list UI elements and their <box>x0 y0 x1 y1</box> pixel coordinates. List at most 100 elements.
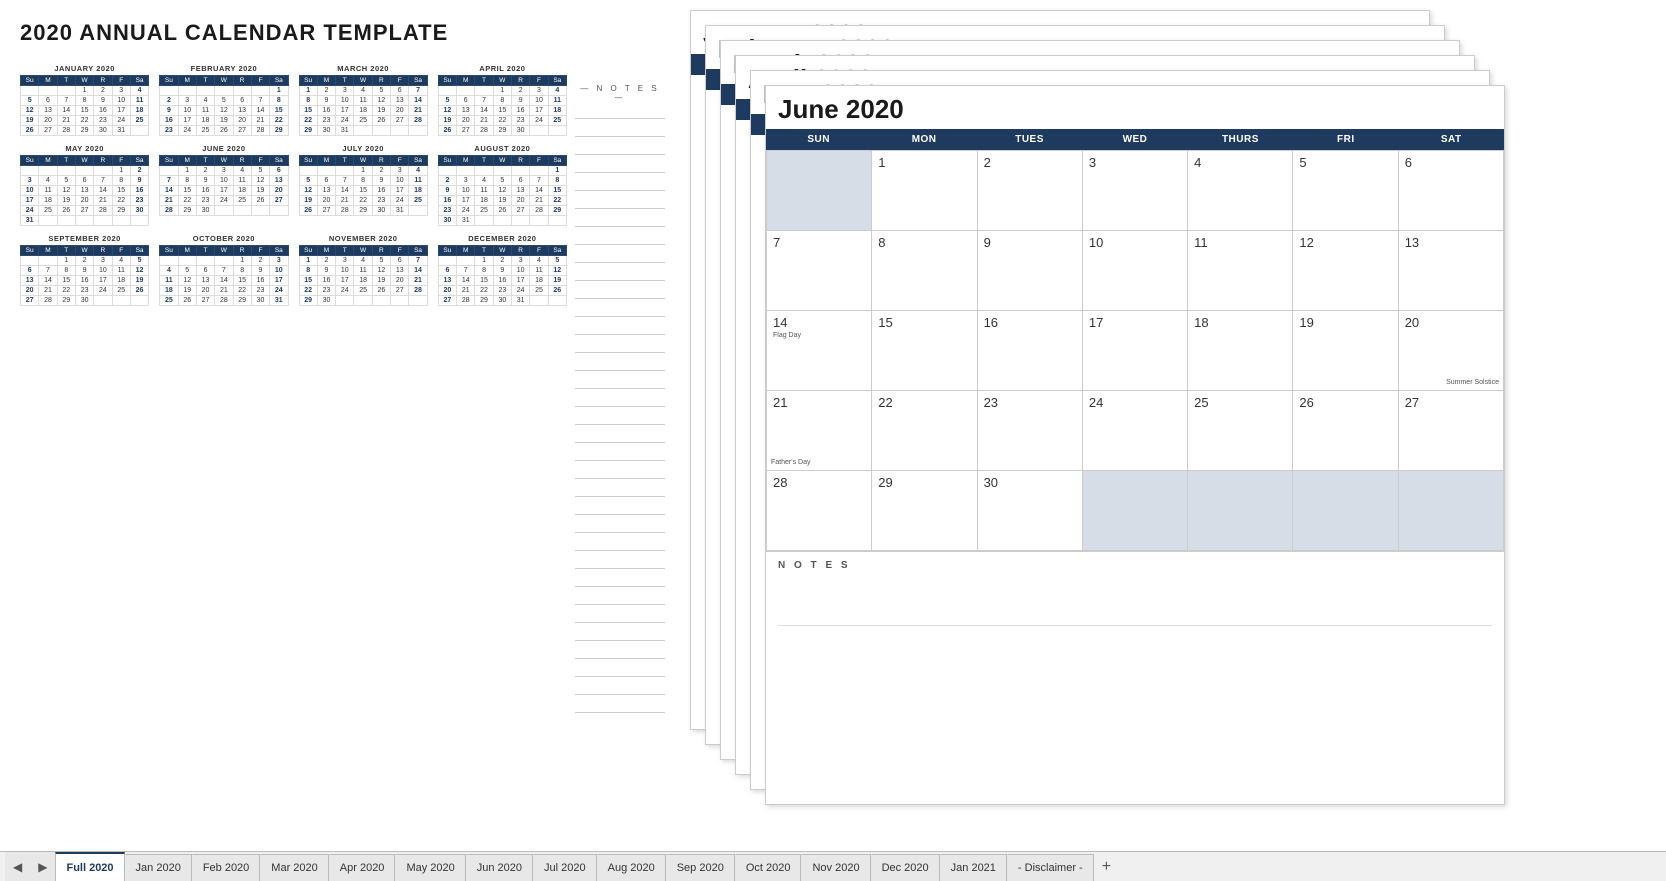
small-cal-day[interactable]: 24 <box>457 206 475 216</box>
tab-sep-2020[interactable]: Sep 2020 <box>666 854 735 881</box>
small-cal-day[interactable]: 15 <box>475 276 493 286</box>
june-cell-15[interactable]: 15 <box>872 311 977 391</box>
small-cal-day[interactable]: 6 <box>512 176 530 186</box>
small-cal-day[interactable]: 7 <box>409 86 427 96</box>
tab-jul-2020[interactable]: Jul 2020 <box>533 854 597 881</box>
small-cal-day[interactable]: 5 <box>251 166 269 176</box>
small-cal-day[interactable]: 19 <box>178 286 196 296</box>
small-cal-day[interactable]: 2 <box>317 86 335 96</box>
june-cell-5[interactable]: 5 <box>1293 151 1398 231</box>
small-cal-day[interactable]: 16 <box>160 116 178 126</box>
small-cal-day[interactable]: 25 <box>160 296 178 306</box>
small-cal-day[interactable]: 22 <box>548 196 566 206</box>
small-cal-day[interactable]: 2 <box>493 256 511 266</box>
small-cal-day[interactable]: 21 <box>94 196 112 206</box>
june-cell-14[interactable]: 14Flag Day <box>767 311 872 391</box>
small-cal-day[interactable]: 15 <box>233 276 251 286</box>
small-cal-day[interactable]: 12 <box>372 266 390 276</box>
small-cal-day[interactable]: 3 <box>512 256 530 266</box>
small-cal-day[interactable]: 15 <box>112 186 130 196</box>
small-cal-day[interactable]: 3 <box>178 96 196 106</box>
small-cal-day[interactable]: 1 <box>270 86 288 96</box>
small-cal-day[interactable]: 4 <box>530 256 548 266</box>
small-cal-day[interactable]: 18 <box>160 286 178 296</box>
small-cal-day[interactable]: 11 <box>112 266 130 276</box>
small-cal-day[interactable] <box>160 256 178 266</box>
small-cal-day[interactable]: 29 <box>299 126 317 136</box>
small-cal-day[interactable]: 31 <box>270 296 288 306</box>
tab-next-button[interactable]: ▶ <box>30 852 55 881</box>
small-cal-day[interactable]: 17 <box>270 276 288 286</box>
note-line[interactable] <box>575 645 665 659</box>
tab-add-button[interactable]: + <box>1094 852 1119 881</box>
june-cell-11[interactable]: 11 <box>1188 231 1293 311</box>
small-cal-day[interactable]: 12 <box>438 106 456 116</box>
small-cal-day[interactable]: 1 <box>57 256 75 266</box>
small-cal-day[interactable]: 27 <box>270 196 288 206</box>
small-cal-day[interactable]: 6 <box>391 256 409 266</box>
small-cal-day[interactable]: 21 <box>409 106 427 116</box>
small-cal-day[interactable]: 21 <box>57 116 75 126</box>
small-cal-day[interactable]: 21 <box>215 286 233 296</box>
small-cal-day[interactable] <box>409 296 427 306</box>
small-cal-day[interactable]: 27 <box>39 126 57 136</box>
small-cal-day[interactable] <box>215 206 233 216</box>
small-cal-day[interactable]: 4 <box>160 266 178 276</box>
small-cal-day[interactable]: 2 <box>94 86 112 96</box>
june-cell-8[interactable]: 8 <box>872 231 977 311</box>
small-cal-day[interactable]: 21 <box>475 116 493 126</box>
small-cal-day[interactable]: 16 <box>251 276 269 286</box>
small-cal-day[interactable]: 14 <box>530 186 548 196</box>
small-cal-day[interactable]: 30 <box>317 296 335 306</box>
small-cal-day[interactable]: 9 <box>493 266 511 276</box>
small-cal-day[interactable]: 20 <box>196 286 214 296</box>
note-line[interactable] <box>575 393 665 407</box>
small-cal-day[interactable]: 13 <box>438 276 456 286</box>
small-cal-day[interactable] <box>530 216 548 226</box>
small-cal-day[interactable]: 22 <box>299 116 317 126</box>
small-cal-day[interactable]: 21 <box>39 286 57 296</box>
small-cal-day[interactable] <box>530 296 548 306</box>
small-cal-day[interactable]: 9 <box>317 266 335 276</box>
small-cal-day[interactable]: 15 <box>493 106 511 116</box>
small-cal-day[interactable]: 6 <box>21 266 39 276</box>
small-cal-day[interactable]: 5 <box>438 96 456 106</box>
small-cal-day[interactable]: 4 <box>130 86 148 96</box>
small-cal-day[interactable]: 4 <box>354 256 372 266</box>
small-cal-day[interactable]: 10 <box>21 186 39 196</box>
small-cal-day[interactable]: 18 <box>354 276 372 286</box>
note-line[interactable] <box>575 141 665 155</box>
small-cal-day[interactable] <box>130 296 148 306</box>
small-cal-day[interactable]: 24 <box>336 286 354 296</box>
small-cal-day[interactable]: 7 <box>57 96 75 106</box>
small-cal-day[interactable]: 29 <box>548 206 566 216</box>
small-cal-day[interactable]: 14 <box>160 186 178 196</box>
small-cal-day[interactable]: 20 <box>21 286 39 296</box>
small-cal-day[interactable]: 3 <box>530 86 548 96</box>
small-cal-day[interactable]: 25 <box>548 116 566 126</box>
small-cal-day[interactable] <box>493 216 511 226</box>
small-cal-day[interactable]: 2 <box>130 166 148 176</box>
small-cal-day[interactable] <box>457 86 475 96</box>
small-cal-day[interactable]: 2 <box>196 166 214 176</box>
small-cal-day[interactable]: 6 <box>391 86 409 96</box>
small-cal-day[interactable] <box>438 86 456 96</box>
small-cal-day[interactable]: 20 <box>438 286 456 296</box>
note-line[interactable] <box>575 213 665 227</box>
small-cal-day[interactable]: 28 <box>475 126 493 136</box>
june-cell-4[interactable]: 4 <box>1188 151 1293 231</box>
small-cal-day[interactable] <box>94 296 112 306</box>
small-cal-day[interactable]: 6 <box>317 176 335 186</box>
small-cal-day[interactable]: 29 <box>475 296 493 306</box>
small-cal-day[interactable]: 12 <box>21 106 39 116</box>
small-cal-day[interactable] <box>178 256 196 266</box>
small-cal-day[interactable]: 29 <box>270 126 288 136</box>
small-cal-day[interactable]: 10 <box>457 186 475 196</box>
small-cal-day[interactable]: 26 <box>548 286 566 296</box>
june-cell-22[interactable]: 22 <box>872 391 977 471</box>
small-cal-day[interactable]: 3 <box>336 86 354 96</box>
small-cal-day[interactable]: 20 <box>457 116 475 126</box>
small-cal-day[interactable]: 13 <box>39 106 57 116</box>
june-cell-6[interactable]: 6 <box>1399 151 1504 231</box>
small-cal-day[interactable]: 13 <box>196 276 214 286</box>
